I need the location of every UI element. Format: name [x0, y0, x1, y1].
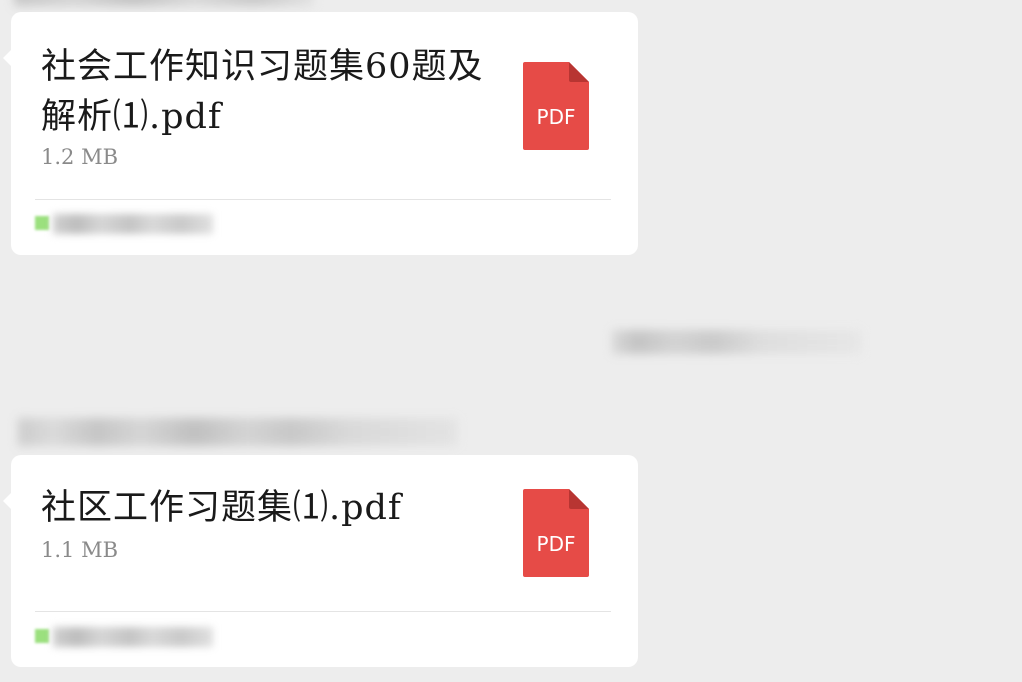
file-size: 1.2 MB [41, 145, 119, 169]
source-app-row [35, 625, 295, 651]
timestamp-redacted [612, 330, 862, 354]
source-app-name-redacted [53, 627, 213, 647]
sender-name-redacted [14, 0, 314, 6]
pdf-icon-label: PDF [537, 105, 576, 129]
file-size: 1.1 MB [41, 538, 119, 562]
sender-name-redacted [18, 418, 458, 446]
divider [35, 199, 611, 200]
source-app-name-redacted [53, 214, 213, 234]
file-name: 社会工作知识习题集60题及解析⑴.pdf [41, 47, 484, 137]
file-name: 社区工作习题集⑴.pdf [41, 488, 402, 528]
divider [35, 611, 611, 612]
pdf-icon-label: PDF [537, 532, 576, 556]
pdf-file-icon: PDF [523, 489, 589, 577]
chat-view: 社会工作知识习题集60题及解析⑴.pdf 1.2 MB PDF 社区工作习题集⑴… [0, 0, 1022, 682]
file-message-bubble[interactable]: 社会工作知识习题集60题及解析⑴.pdf 1.2 MB PDF [3, 12, 638, 255]
source-app-row [35, 212, 295, 238]
source-app-icon [35, 216, 49, 230]
pdf-file-icon: PDF [523, 62, 589, 150]
source-app-icon [35, 629, 49, 643]
file-message-bubble[interactable]: 社区工作习题集⑴.pdf 1.1 MB PDF [3, 455, 638, 667]
